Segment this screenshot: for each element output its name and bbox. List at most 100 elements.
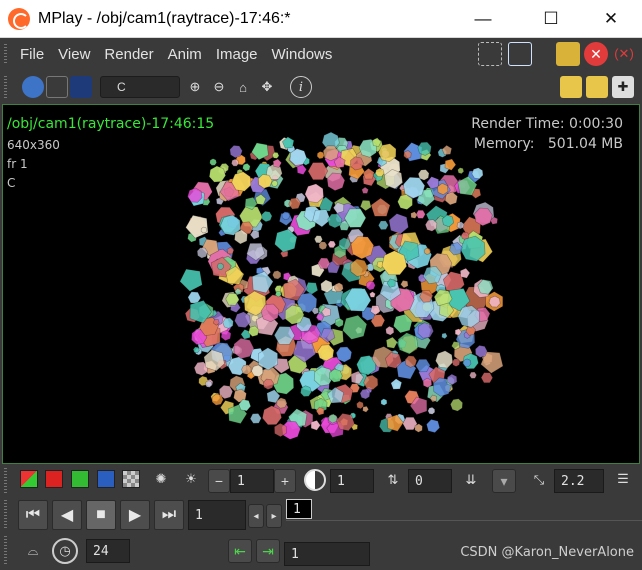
blue-channel-icon[interactable] bbox=[97, 470, 115, 488]
offset-field[interactable]: 0 bbox=[408, 469, 452, 493]
exposure-dim-icon: ✺ bbox=[155, 471, 167, 486]
crystal-shape bbox=[220, 329, 232, 341]
region-select-icon[interactable] bbox=[478, 42, 502, 66]
fps-field[interactable]: 24 bbox=[86, 539, 130, 563]
exposure-field[interactable]: 1 bbox=[230, 469, 274, 493]
crystal-shape bbox=[380, 398, 388, 406]
settings-list-icon[interactable]: ☰ bbox=[612, 468, 634, 490]
range-field[interactable]: 1 bbox=[284, 542, 370, 566]
menu-render[interactable]: Render bbox=[104, 46, 153, 63]
crystal-shape bbox=[447, 373, 458, 386]
crystal-shape bbox=[329, 368, 343, 383]
crystal-shape bbox=[359, 199, 372, 212]
range-end-button[interactable]: ⇥ bbox=[256, 539, 280, 563]
decrement-button[interactable]: − bbox=[208, 469, 230, 493]
title-bar: MPlay - /obj/cam1(raytrace)-17:46:* — ☐ … bbox=[0, 0, 642, 38]
contrast-field[interactable]: 1 bbox=[330, 469, 374, 493]
maximize-button[interactable]: ☐ bbox=[528, 0, 574, 38]
current-frame-field[interactable]: 1 bbox=[188, 500, 246, 530]
increment-button[interactable]: + bbox=[274, 469, 296, 493]
snapshot-icon[interactable] bbox=[560, 76, 582, 98]
watermark-text: CSDN @Karon_NeverAlone bbox=[460, 545, 634, 560]
crystal-shape bbox=[192, 346, 200, 354]
crystal-cluster bbox=[179, 131, 504, 440]
menubar-grip[interactable] bbox=[4, 44, 7, 64]
mplay-window: MPlay - /obj/cam1(raytrace)-17:46:* — ☐ … bbox=[0, 0, 642, 570]
memory-value: 501.04 MB bbox=[547, 136, 623, 152]
timeline-track[interactable] bbox=[286, 520, 642, 534]
toolbar-grip[interactable] bbox=[4, 76, 7, 98]
crystal-shape bbox=[422, 377, 433, 388]
clock-icon[interactable]: ◷ bbox=[52, 538, 78, 564]
minimize-button[interactable]: — bbox=[460, 0, 506, 38]
play-reverse-button[interactable]: ◀ bbox=[52, 500, 82, 530]
fit-icon[interactable]: ✥ bbox=[256, 76, 278, 98]
display-mode-icon[interactable] bbox=[22, 76, 44, 98]
crystal-shape bbox=[426, 176, 439, 190]
crystal-shape bbox=[310, 420, 321, 431]
rgb-channel-icon[interactable] bbox=[20, 470, 38, 488]
lut-icon[interactable]: ⇊ bbox=[460, 469, 482, 491]
memory-readout: Memory: 501.04 MB bbox=[463, 136, 623, 152]
image-title: /obj/cam1(raytrace)-17:46:15 bbox=[7, 116, 215, 132]
crystal-shape bbox=[424, 247, 431, 255]
channel-select[interactable]: C bbox=[100, 76, 180, 98]
footer-grip[interactable] bbox=[4, 536, 7, 564]
gamma-field[interactable]: 2.2 bbox=[554, 469, 604, 493]
crystal-shape bbox=[362, 405, 369, 413]
crystal-shape bbox=[242, 163, 251, 172]
red-channel-icon[interactable] bbox=[45, 470, 63, 488]
disconnect-icon[interactable]: (✕) bbox=[612, 42, 636, 66]
pan-icon[interactable]: ✚ bbox=[612, 76, 634, 98]
crystal-shape bbox=[209, 158, 217, 166]
render-time: Render Time: 0:00:30 bbox=[471, 116, 623, 132]
grid-icon[interactable] bbox=[586, 76, 608, 98]
green-channel-icon[interactable] bbox=[71, 470, 89, 488]
crystal-shape bbox=[276, 397, 288, 409]
crystal-shape bbox=[335, 346, 353, 363]
go-to-start-button[interactable]: ⏮ bbox=[18, 500, 48, 530]
step-forward-button[interactable]: ▸ bbox=[266, 504, 282, 528]
play-forward-button[interactable]: ▶ bbox=[120, 500, 150, 530]
stop-button[interactable]: ■ bbox=[86, 500, 116, 530]
channel-list-icon[interactable] bbox=[46, 76, 68, 98]
crystal-shape bbox=[369, 291, 376, 298]
zoom-out-icon[interactable]: ⊖ bbox=[208, 76, 230, 98]
open-window-icon[interactable] bbox=[508, 42, 532, 66]
menu-image[interactable]: Image bbox=[216, 46, 258, 63]
zoom-in-icon[interactable]: ⊕ bbox=[184, 76, 206, 98]
crystal-shape bbox=[397, 332, 419, 355]
crystal-shape bbox=[410, 211, 418, 219]
range-start-button[interactable]: ⇤ bbox=[228, 539, 252, 563]
crystal-shape bbox=[200, 226, 208, 234]
crystal-shape bbox=[462, 358, 472, 367]
step-back-button[interactable]: ◂ bbox=[248, 504, 264, 528]
close-button[interactable]: ✕ bbox=[588, 0, 634, 38]
crystal-shape bbox=[385, 325, 395, 336]
playbar-grip[interactable] bbox=[4, 500, 7, 530]
crystal-shape bbox=[249, 413, 262, 424]
menu-file[interactable]: File bbox=[20, 46, 44, 63]
rendered-crystals-image bbox=[179, 131, 504, 440]
menu-view[interactable]: View bbox=[58, 46, 90, 63]
exposure-bright-icon: ☀ bbox=[185, 471, 197, 486]
render-sparkle-icon[interactable] bbox=[556, 42, 580, 66]
crystal-shape bbox=[350, 156, 364, 171]
menu-anim[interactable]: Anim bbox=[168, 46, 202, 63]
controls-grip[interactable] bbox=[4, 468, 7, 494]
crystal-shape bbox=[318, 241, 328, 251]
image-viewport[interactable]: /obj/cam1(raytrace)-17:46:15 640x360 fr … bbox=[2, 104, 640, 464]
home-icon[interactable]: ⌂ bbox=[232, 76, 254, 98]
crystal-shape bbox=[480, 372, 494, 384]
crystal-shape bbox=[375, 167, 385, 178]
lut-dropdown[interactable]: ▾ bbox=[492, 469, 516, 493]
alpha-channel-icon[interactable] bbox=[122, 470, 140, 488]
realtime-toggle-icon[interactable]: ⌓ bbox=[20, 538, 46, 564]
frame-marker-box[interactable]: 1 bbox=[286, 499, 312, 519]
go-to-end-button[interactable]: ⏭ bbox=[154, 500, 184, 530]
histogram-icon[interactable] bbox=[70, 76, 92, 98]
info-icon[interactable]: i bbox=[290, 76, 312, 98]
stop-render-icon[interactable]: ✕ bbox=[584, 42, 608, 66]
menu-windows[interactable]: Windows bbox=[272, 46, 333, 63]
crystal-shape bbox=[356, 400, 364, 410]
